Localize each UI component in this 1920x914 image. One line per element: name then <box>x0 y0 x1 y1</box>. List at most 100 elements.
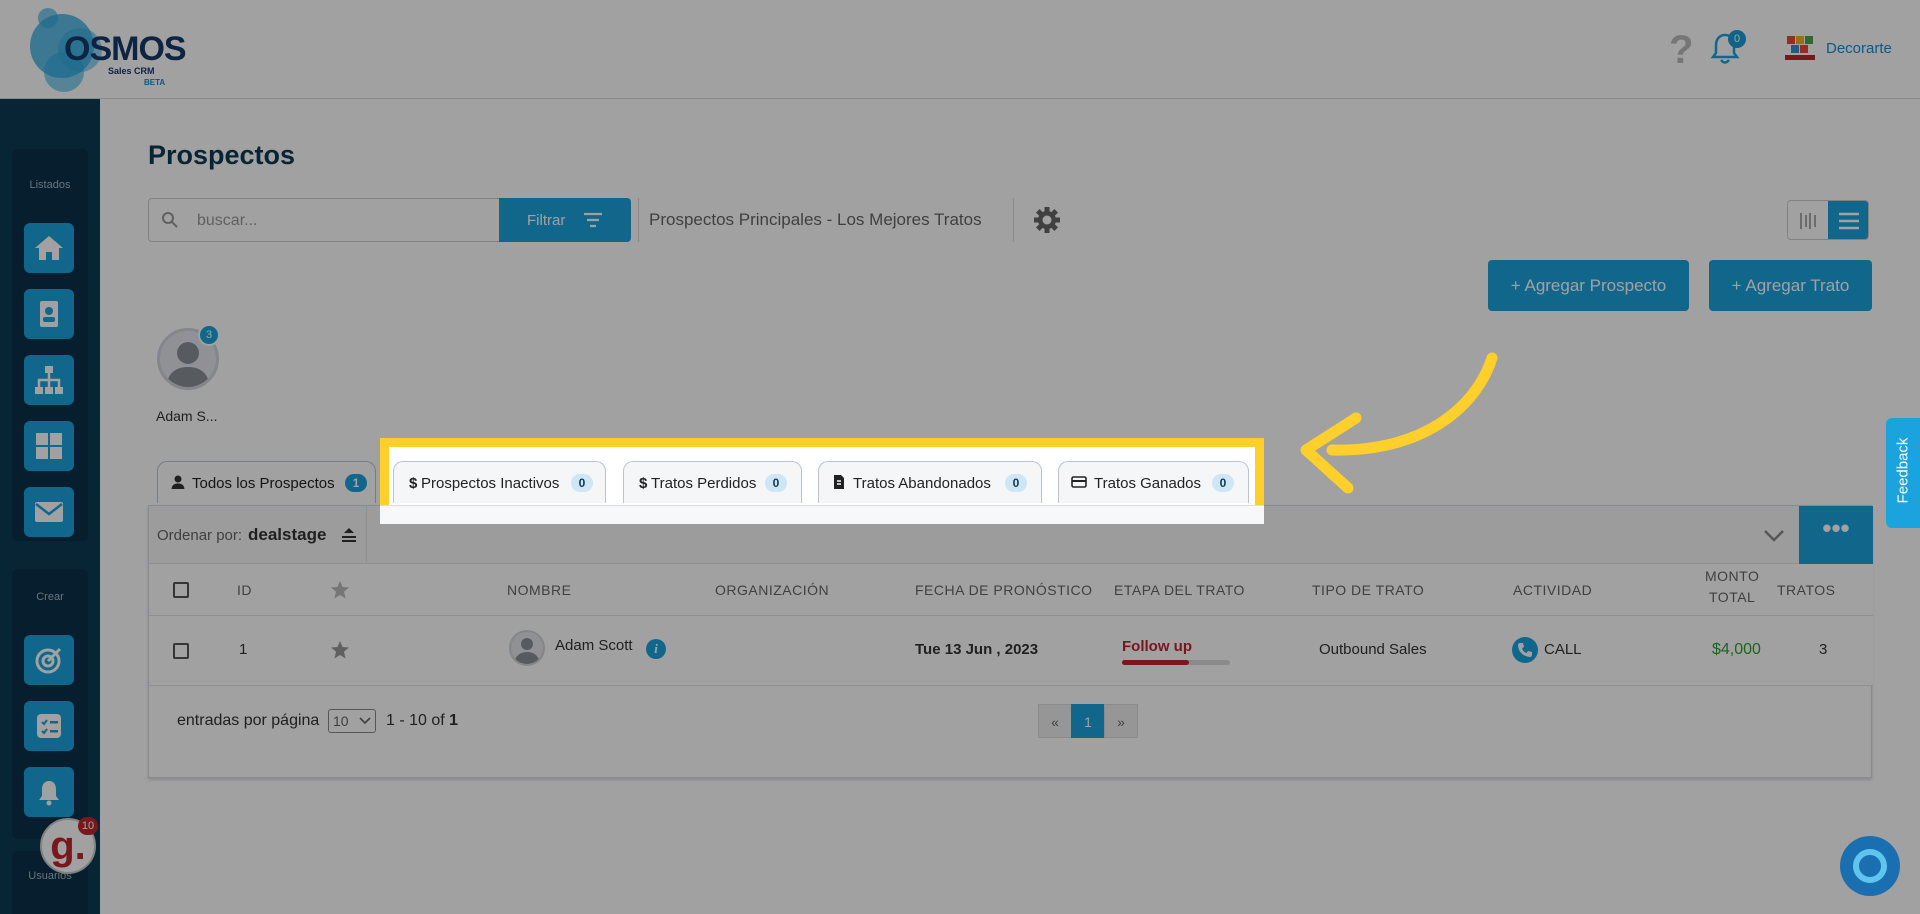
column-header-forecast-date[interactable]: FECHA DE PRONÓSTICO <box>915 582 1093 598</box>
contact-name-link[interactable]: Adam Scott <box>555 637 633 654</box>
sort-field-selector[interactable]: dealstage <box>248 525 326 545</box>
feedback-label: Feedback <box>1894 437 1912 504</box>
filter-button-label: Filtrar <box>527 212 566 229</box>
grid-icon <box>36 433 62 459</box>
company-name-link[interactable]: Decorarte <box>1826 40 1892 57</box>
user-silhouette-icon <box>514 638 540 664</box>
column-header-total-amount[interactable]: MONTO <box>1705 568 1759 584</box>
search-box <box>148 198 500 242</box>
org-chart-icon <box>35 366 63 394</box>
filter-icon <box>584 212 602 228</box>
tab-label: Prospectos Inactivos <box>421 475 560 492</box>
pagination-next-button[interactable]: » <box>1104 704 1138 738</box>
sidebar-group-label: Listados <box>29 179 71 191</box>
sidebar-item-org-chart[interactable] <box>24 355 74 405</box>
list-view-icon <box>1839 212 1859 230</box>
table-header: ID NOMBRE ORGANIZACIÓN FECHA DE PRONÓSTI… <box>149 564 1873 616</box>
dollar-icon: $ <box>639 475 648 490</box>
tab-count-badge: 1 <box>345 474 367 492</box>
company-logo-icon <box>1785 36 1815 60</box>
total-amount: $4,000 <box>1712 641 1761 658</box>
column-header-organization[interactable]: ORGANIZACIÓN <box>715 582 829 598</box>
sidebar-item-dashboard[interactable] <box>24 421 74 471</box>
tab-label: Tratos Ganados <box>1094 475 1201 492</box>
logo-beta: BETA <box>144 78 166 87</box>
chevron-down-icon[interactable] <box>1761 522 1787 548</box>
contact-avatar <box>509 630 545 666</box>
user-icon <box>171 475 185 489</box>
tab-todos-los-prospectos[interactable]: Todos los Prospectos 1 <box>157 461 376 503</box>
osmos-logo[interactable]: OSMOS Sales CRM BETA <box>24 8 187 92</box>
forecast-date: Tue 13 Jun , 2023 <box>915 641 1039 658</box>
tab-tratos-perdidos[interactable]: $ Tratos Perdidos 0 <box>623 461 802 503</box>
pagination-page-1[interactable]: 1 <box>1071 704 1105 738</box>
info-icon[interactable]: i <box>646 639 666 659</box>
divider <box>366 506 367 564</box>
filter-button[interactable]: Filtrar <box>499 198 631 242</box>
top-header: OSMOS Sales CRM BETA ? 0 Decorarte <box>0 0 1920 99</box>
help-icon[interactable]: ? <box>1669 28 1693 73</box>
row-checkbox[interactable] <box>173 643 189 659</box>
sidebar-item-create-reminder[interactable] <box>24 767 74 817</box>
owner-count-badge: 3 <box>198 324 220 346</box>
sidebar-group-label: Crear <box>36 591 64 603</box>
tab-label: Tratos Perdidos <box>651 475 757 492</box>
tutorial-arrow-annotation <box>1300 352 1498 494</box>
column-header-deal-type[interactable]: TIPO DE TRATO <box>1312 582 1424 598</box>
column-header-name[interactable]: NOMBRE <box>507 582 571 598</box>
page-title: Prospectos <box>148 140 296 170</box>
guide-count-badge: 10 <box>78 817 98 835</box>
feedback-tab[interactable]: Feedback <box>1886 418 1920 528</box>
tab-prospectos-inactivos[interactable]: $ Prospectos Inactivos 0 <box>393 461 606 503</box>
pipeline-selector[interactable]: Prospectos Principales - Los Mejores Tra… <box>638 198 1014 242</box>
sidebar: Listados Crear Usuarios <box>0 99 100 914</box>
owner-name: Adam S... <box>156 408 218 424</box>
dollar-icon: $ <box>409 475 418 490</box>
search-icon <box>162 212 178 228</box>
column-header-id[interactable]: ID <box>237 582 252 598</box>
checklist-icon <box>37 714 61 738</box>
logo-subtitle: Sales CRM <box>108 66 155 76</box>
logo-bubble <box>38 8 58 28</box>
pagination-range-text: 1 - 10 of <box>386 712 445 729</box>
sidebar-item-create-goal[interactable] <box>24 635 74 685</box>
add-prospect-button[interactable]: + Agregar Prospecto <box>1488 260 1689 311</box>
select-all-checkbox[interactable] <box>173 582 189 598</box>
view-toggle <box>1787 200 1869 240</box>
entries-per-page-label: entradas por página <box>177 712 320 729</box>
column-header-stage[interactable]: ETAPA DEL TRATO <box>1114 582 1245 598</box>
sort-direction-icon[interactable] <box>339 526 359 544</box>
favorite-star-icon[interactable] <box>330 640 350 660</box>
pagination-total: 1 <box>449 712 459 729</box>
list-view-button[interactable] <box>1828 201 1868 239</box>
kanban-view-button[interactable] <box>1788 201 1828 239</box>
phone-icon[interactable] <box>1512 637 1538 663</box>
gear-icon[interactable] <box>1032 205 1062 235</box>
column-header-deals[interactable]: TRATOS <box>1777 582 1836 598</box>
add-deal-button[interactable]: + Agregar Trato <box>1709 260 1872 311</box>
phone-glyph-icon <box>1518 643 1532 657</box>
pagination-prev-button[interactable]: « <box>1038 704 1072 738</box>
tab-tratos-abandonados[interactable]: Tratos Abandonados 0 <box>818 461 1042 503</box>
table-row[interactable]: 1 Adam Scott i Tue 13 Jun , 2023 Follow … <box>149 616 1873 686</box>
tab-count-badge: 0 <box>765 474 787 492</box>
column-header-activity[interactable]: ACTIVIDAD <box>1513 582 1592 598</box>
sidebar-item-home[interactable] <box>24 223 74 273</box>
column-header-total-amount-line2: TOTAL <box>1709 589 1756 605</box>
tab-tratos-ganados[interactable]: Tratos Ganados 0 <box>1058 461 1249 503</box>
chat-widget-button[interactable] <box>1840 836 1900 896</box>
activity-label[interactable]: CALL <box>1544 641 1582 658</box>
sidebar-item-mail[interactable] <box>24 487 74 537</box>
search-input[interactable] <box>197 207 487 235</box>
pagination-range: 1 - 10 of 1 <box>386 712 458 730</box>
credit-card-icon <box>1071 476 1087 488</box>
row-id: 1 <box>239 641 248 658</box>
star-icon <box>331 581 349 599</box>
entries-per-page-select[interactable]: 10 <box>328 709 376 733</box>
deal-stage-progress-fill <box>1122 660 1189 665</box>
chevron-down-icon <box>359 717 371 725</box>
sidebar-item-create-task[interactable] <box>24 701 74 751</box>
more-options-button[interactable]: ••• <box>1799 506 1873 564</box>
contacts-icon <box>40 301 58 327</box>
sidebar-item-contacts[interactable] <box>24 289 74 339</box>
